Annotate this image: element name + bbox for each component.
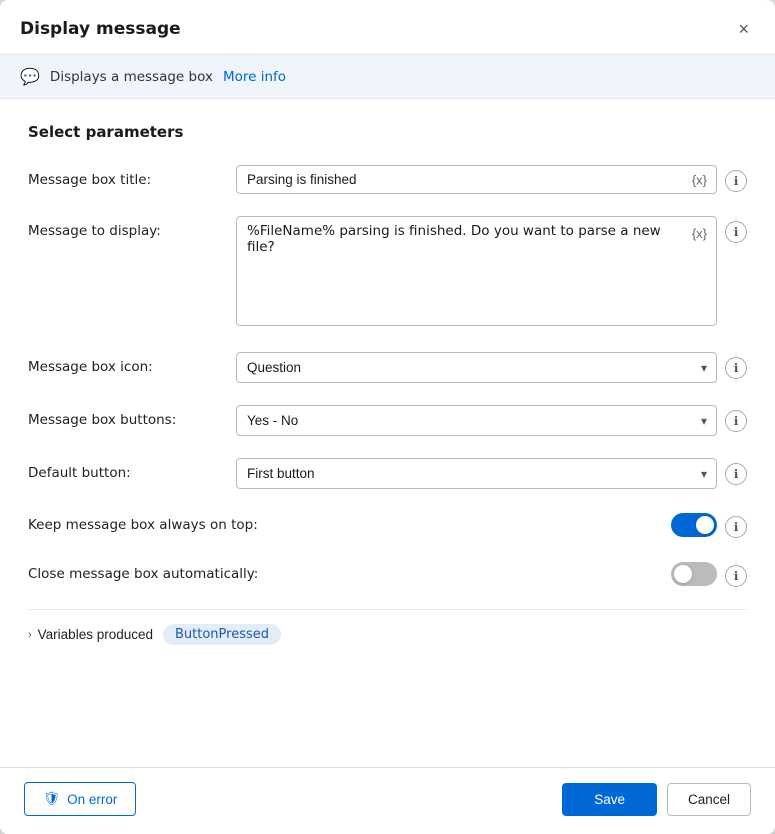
default-button-select[interactable]: First button Second button Third button [236, 458, 717, 489]
dialog-header: Display message × [0, 0, 775, 55]
message-box-buttons-row: Message box buttons: Yes - No OK OK - Ca… [28, 405, 747, 436]
on-error-label: On error [67, 792, 117, 807]
default-button-control: First button Second button Third button … [236, 458, 747, 489]
message-box-icon-label: Message box icon: [28, 352, 228, 375]
message-to-display-info-icon[interactable]: ℹ [725, 221, 747, 243]
variables-row: › Variables produced ButtonPressed [28, 609, 747, 655]
message-box-icon-select[interactable]: Question Information Warning Error [236, 352, 717, 383]
message-box-icon-info-icon[interactable]: ℹ [725, 357, 747, 379]
default-button-row: Default button: First button Second butt… [28, 458, 747, 489]
close-automatically-label: Close message box automatically: [28, 566, 663, 582]
message-to-display-row: Message to display: %FileName% parsing i… [28, 216, 747, 330]
dialog: Display message × 💬 Displays a message b… [0, 0, 775, 834]
message-box-title-info-icon[interactable]: ℹ [725, 170, 747, 192]
chat-icon: 💬 [20, 67, 40, 86]
chevron-right-icon: › [28, 629, 32, 641]
variables-expand-button[interactable]: › Variables produced [28, 627, 153, 642]
message-box-icon-control: Question Information Warning Error ▾ ℹ [236, 352, 747, 383]
message-box-buttons-select[interactable]: Yes - No OK OK - Cancel Abort - Retry - … [236, 405, 717, 436]
message-box-title-row: Message box title: {x} ℹ [28, 165, 747, 194]
dialog-footer: 🛡 On error Save Cancel [0, 767, 775, 834]
message-box-icon-select-wrap: Question Information Warning Error ▾ [236, 352, 717, 383]
dialog-title: Display message [20, 19, 181, 39]
section-title: Select parameters [28, 123, 747, 141]
default-button-info-icon[interactable]: ℹ [725, 463, 747, 485]
message-to-display-variable-btn[interactable]: {x} [690, 224, 709, 243]
message-to-display-control: %FileName% parsing is finished. Do you w… [236, 216, 747, 330]
shield-icon: 🛡 [43, 791, 60, 807]
info-banner: 💬 Displays a message box More info [0, 55, 775, 99]
dialog-body: Select parameters Message box title: {x}… [0, 99, 775, 767]
default-button-select-wrap: First button Second button Third button … [236, 458, 717, 489]
save-button[interactable]: Save [562, 783, 657, 816]
keep-on-top-label: Keep message box always on top: [28, 517, 663, 533]
keep-on-top-control: ℹ [671, 511, 747, 538]
message-to-display-textarea[interactable]: %FileName% parsing is finished. Do you w… [236, 216, 717, 326]
message-to-display-textarea-wrap: %FileName% parsing is finished. Do you w… [236, 216, 717, 330]
more-info-link[interactable]: More info [223, 69, 286, 85]
message-box-buttons-label: Message box buttons: [28, 405, 228, 428]
banner-description: Displays a message box [50, 69, 213, 85]
close-automatically-row: Close message box automatically: ℹ [28, 560, 747, 587]
variables-label: Variables produced [38, 627, 153, 642]
message-to-display-label: Message to display: [28, 216, 228, 239]
message-box-buttons-info-icon[interactable]: ℹ [725, 410, 747, 432]
message-box-buttons-select-wrap: Yes - No OK OK - Cancel Abort - Retry - … [236, 405, 717, 436]
close-automatically-control: ℹ [671, 560, 747, 587]
keep-on-top-row: Keep message box always on top: ℹ [28, 511, 747, 538]
message-box-title-label: Message box title: [28, 165, 228, 188]
close-automatically-info-icon[interactable]: ℹ [725, 565, 747, 587]
keep-on-top-info-icon[interactable]: ℹ [725, 516, 747, 538]
variables-badge: ButtonPressed [163, 624, 281, 645]
cancel-button[interactable]: Cancel [667, 783, 751, 816]
close-automatically-toggle[interactable] [671, 562, 717, 586]
message-box-title-control: {x} ℹ [236, 165, 747, 194]
message-box-title-variable-btn[interactable]: {x} [690, 170, 709, 189]
on-error-button[interactable]: 🛡 On error [24, 782, 136, 816]
message-box-buttons-control: Yes - No OK OK - Cancel Abort - Retry - … [236, 405, 747, 436]
message-box-title-input-wrap: {x} [236, 165, 717, 194]
message-box-icon-row: Message box icon: Question Information W… [28, 352, 747, 383]
message-box-title-input[interactable] [236, 165, 717, 194]
keep-on-top-toggle[interactable] [671, 513, 717, 537]
default-button-label: Default button: [28, 458, 228, 481]
close-button[interactable]: × [732, 18, 755, 40]
footer-right: Save Cancel [562, 783, 751, 816]
